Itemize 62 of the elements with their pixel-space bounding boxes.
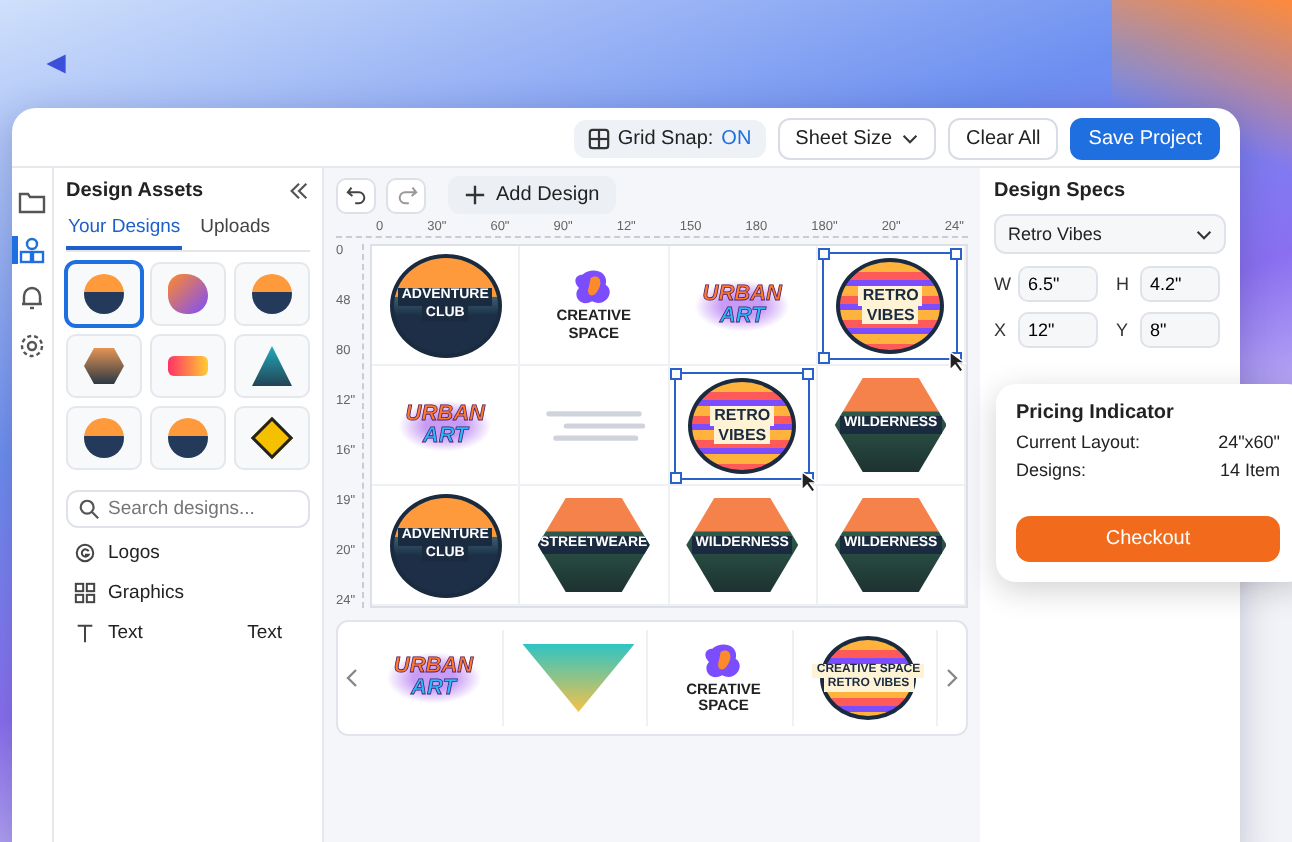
save-project-button[interactable]: Save Project: [1070, 118, 1220, 160]
category-item[interactable]: Logos: [108, 542, 160, 564]
dimension-field[interactable]: 12": [1018, 312, 1098, 348]
row-label: Designs:: [1016, 460, 1087, 480]
clear-all-button[interactable]: Clear All: [948, 118, 1059, 160]
panel-title: Design Assets: [66, 180, 204, 202]
plus-icon: [464, 184, 486, 206]
field-label: W: [994, 274, 1010, 294]
field-label: H: [1116, 274, 1131, 294]
redo-icon: [395, 184, 417, 206]
design-thumbnail[interactable]: [66, 262, 142, 326]
panel-title: Design Specs: [994, 180, 1128, 202]
undo-button[interactable]: [336, 177, 376, 213]
logo-text: RETRO: [710, 405, 775, 425]
category-item[interactable]: Text: [108, 622, 143, 644]
row-value: 24"x60": [1218, 432, 1280, 452]
grid-snap-value: ON: [721, 128, 752, 150]
row-value: 14 Item: [1219, 460, 1280, 480]
grid-shapes-icon: [74, 582, 96, 604]
logo-text: VIBES: [862, 305, 919, 325]
category-item[interactable]: Graphics: [108, 582, 185, 604]
redo-button[interactable]: [386, 177, 426, 213]
tab[interactable]: Uploads: [198, 212, 273, 250]
logo-text: ART: [719, 305, 765, 327]
collapse-icon[interactable]: [288, 180, 310, 202]
row-label: Current Layout:: [1016, 432, 1141, 452]
logo-text: ART: [411, 678, 456, 700]
logo-text: RETRO: [858, 285, 923, 305]
gear-icon[interactable]: [18, 332, 46, 360]
logo-text: URBAN: [393, 656, 474, 678]
category-option[interactable]: Text: [247, 622, 282, 644]
shapes-icon[interactable]: [18, 236, 46, 264]
letter-icon: [74, 622, 96, 644]
search-field[interactable]: Search designs...: [66, 490, 310, 528]
card-title: Pricing Indicator: [1016, 402, 1176, 424]
field-label: Y: [1116, 320, 1131, 340]
add-design-button[interactable]: Add Design: [448, 176, 616, 214]
design-select[interactable]: Retro Vibes: [994, 214, 1226, 254]
grid-snap-label: Grid Snap:: [617, 128, 714, 150]
folder-icon[interactable]: [18, 188, 46, 216]
field-label: X: [994, 320, 1009, 340]
grid-snap-toggle[interactable]: Grid Snap: ON: [573, 120, 766, 158]
sheet-cell[interactable]: [520, 366, 669, 486]
sheet-size-dropdown[interactable]: Sheet Size: [777, 118, 937, 160]
grid-icon: [587, 128, 610, 150]
logo-text: URBAN: [405, 403, 485, 425]
circle-logo-icon: [74, 542, 96, 564]
dimension-field[interactable]: 8": [1140, 312, 1220, 348]
chevron-right-icon[interactable]: [946, 668, 958, 688]
dimension-field[interactable]: 4.2": [1140, 266, 1220, 302]
chevron-left-icon[interactable]: [346, 668, 358, 688]
tab[interactable]: Your Designs: [66, 212, 183, 250]
cursor-icon: [800, 469, 821, 493]
dimension-field[interactable]: 6.5": [1018, 266, 1098, 302]
undo-icon: [345, 184, 367, 206]
triangle-icon: [44, 52, 68, 76]
chevron-down-icon: [1196, 229, 1212, 239]
chevron-down-icon: [902, 134, 919, 144]
bell-icon[interactable]: [18, 284, 46, 312]
logo-text: URBAN: [702, 283, 782, 305]
logo-text: ART: [422, 425, 468, 447]
logo-text: VIBES: [714, 425, 771, 445]
